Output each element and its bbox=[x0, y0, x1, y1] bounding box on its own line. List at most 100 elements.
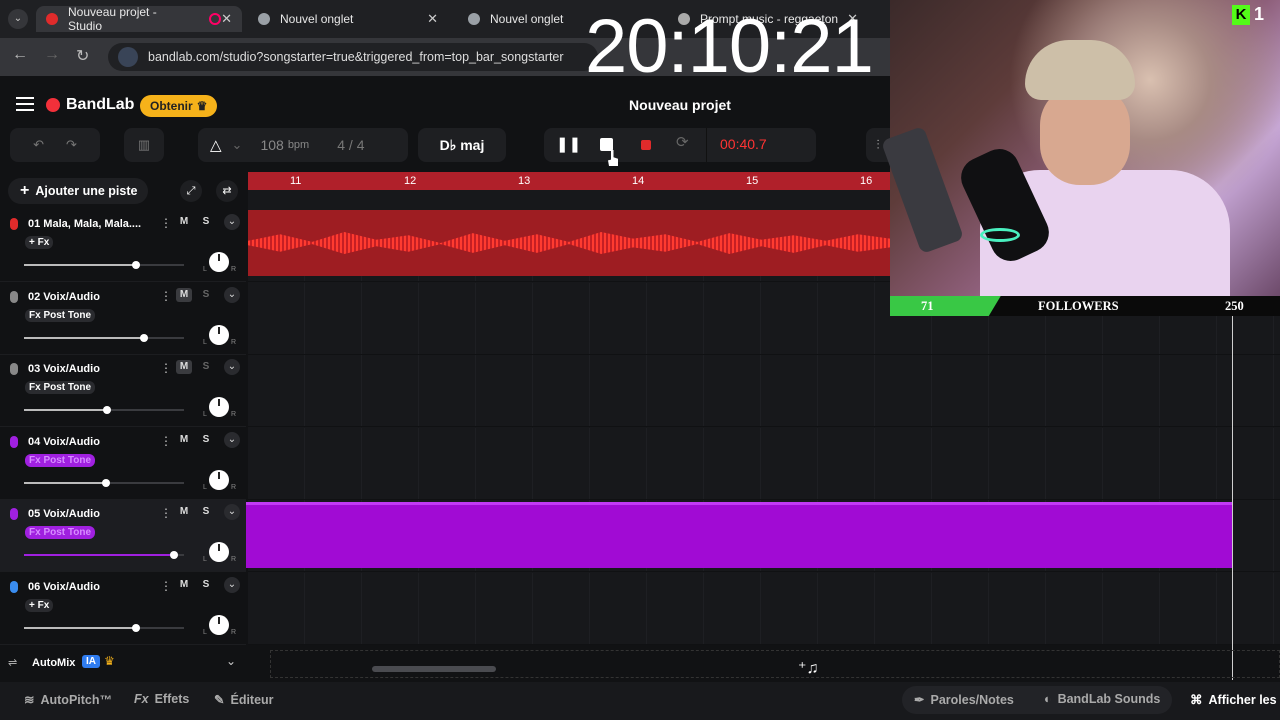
undo-icon[interactable]: ↶ bbox=[33, 137, 44, 153]
metronome-icon[interactable]: △ bbox=[210, 136, 222, 154]
track-header-2[interactable]: 02 Voix/Audio Fx Post Tone ⋮ M S ⌄ L R bbox=[0, 283, 246, 355]
track-name[interactable]: 05 Voix/Audio bbox=[28, 508, 100, 520]
timeline-ruler[interactable]: 11 12 13 14 15 16 bbox=[248, 172, 890, 190]
audio-region-track-01[interactable] bbox=[248, 210, 890, 276]
fx-badge[interactable]: Fx Post Tone bbox=[25, 526, 96, 539]
track-expand-icon[interactable]: ⌄ bbox=[224, 359, 240, 375]
recording-region-track-05[interactable] bbox=[246, 502, 1232, 568]
pan-knob[interactable]: LR bbox=[203, 469, 236, 491]
address-bar[interactable]: bandlab.com/studio?songstarter=true&trig… bbox=[108, 43, 598, 71]
loop-icon[interactable]: ⟳ bbox=[676, 133, 689, 151]
volume-knob[interactable] bbox=[140, 333, 148, 342]
menu-icon[interactable] bbox=[16, 97, 34, 111]
obtenir-button[interactable]: Obtenir ♛ bbox=[140, 95, 218, 117]
solo-button[interactable]: S bbox=[198, 288, 214, 302]
project-title[interactable]: Nouveau projet bbox=[560, 97, 800, 113]
mute-button[interactable]: M bbox=[176, 433, 192, 447]
volume-slider[interactable] bbox=[24, 551, 184, 559]
bandlab-logo[interactable]: BandLab bbox=[46, 96, 134, 114]
track-expand-icon[interactable]: ⌄ bbox=[224, 504, 240, 520]
volume-knob[interactable] bbox=[132, 261, 140, 269]
pan-knob[interactable]: LR bbox=[203, 542, 236, 563]
track-header-3[interactable]: 03 Voix/Audio Fx Post Tone ⋮ M S ⌄ L R bbox=[0, 355, 246, 427]
track-name[interactable]: 02 Voix/Audio bbox=[28, 291, 100, 303]
track-header-5[interactable]: 05 Voix/Audio Fx Post Tone ⋮ M S ⌄ L R bbox=[0, 500, 246, 572]
add-track-button[interactable]: + Ajouter une piste bbox=[8, 178, 148, 204]
track-settings-icon[interactable]: ⇄ bbox=[216, 180, 238, 202]
track-expand-icon[interactable]: ⌄ bbox=[224, 286, 240, 303]
track-name[interactable]: 06 Voix/Audio bbox=[28, 581, 100, 593]
track-lane-6[interactable] bbox=[248, 572, 1280, 645]
solo-button[interactable]: S bbox=[198, 505, 214, 519]
tab-close-icon[interactable]: ✕ bbox=[221, 11, 232, 27]
reload-icon[interactable]: ↻ bbox=[76, 46, 89, 66]
tab-close-icon[interactable]: ✕ bbox=[427, 11, 438, 27]
pan-knob[interactable]: LR bbox=[203, 252, 236, 273]
tab-nouvel-onglet-1[interactable]: Nouvel onglet ✕ bbox=[248, 6, 448, 32]
track-header-1[interactable]: 01 Mala, Mala, Mala.... + Fx ⋮ M S ⌄ L R bbox=[0, 210, 246, 282]
track-header-4[interactable]: 04 Voix/Audio Fx Post Tone ⋮ M S ⌄ L R bbox=[0, 428, 246, 500]
pan-knob[interactable]: LR bbox=[203, 324, 236, 346]
metronome-dropdown-icon[interactable]: ⌄ bbox=[232, 137, 243, 153]
volume-knob[interactable] bbox=[101, 478, 110, 487]
editeur-button[interactable]: ✎ Éditeur bbox=[214, 692, 274, 708]
mute-button[interactable]: M bbox=[176, 578, 192, 592]
record-icon[interactable] bbox=[641, 140, 651, 150]
solo-button[interactable]: S bbox=[198, 215, 214, 229]
stop-icon[interactable] bbox=[600, 138, 613, 151]
track-options-icon[interactable]: ⋮ bbox=[160, 506, 172, 520]
piano-button[interactable]: ▥ bbox=[124, 128, 164, 162]
volume-slider[interactable] bbox=[24, 623, 184, 632]
track-options-icon[interactable]: ⋮ bbox=[160, 361, 172, 375]
track-options-icon[interactable]: ⋮ bbox=[160, 289, 172, 303]
forward-icon[interactable]: → bbox=[44, 46, 60, 64]
autopitch-button[interactable]: ≋ AutoPitch™ bbox=[24, 692, 112, 708]
solo-button[interactable]: S bbox=[198, 360, 214, 374]
volume-slider[interactable] bbox=[24, 478, 184, 487]
horizontal-scrollbar[interactable] bbox=[372, 666, 496, 672]
automix-expand-icon[interactable]: ⌄ bbox=[226, 654, 236, 668]
fx-badge[interactable]: Fx Post Tone bbox=[25, 308, 96, 322]
volume-knob[interactable] bbox=[103, 406, 112, 414]
pan-knob[interactable]: LR bbox=[203, 614, 236, 636]
pan-knob[interactable]: LR bbox=[203, 397, 236, 418]
track-options-icon[interactable]: ⋮ bbox=[160, 434, 172, 448]
volume-slider[interactable] bbox=[24, 261, 184, 269]
track-lane-4[interactable] bbox=[248, 427, 1280, 500]
mute-button[interactable]: M bbox=[176, 360, 192, 374]
tab-bandlab-studio[interactable]: Nouveau projet - Studio ✕ bbox=[36, 5, 242, 33]
fx-badge[interactable]: + Fx bbox=[25, 236, 54, 249]
track-expand-icon[interactable]: ⌄ bbox=[224, 576, 240, 593]
time-signature[interactable]: 4 / 4 bbox=[337, 137, 364, 153]
track-name[interactable]: 01 Mala, Mala, Mala.... bbox=[28, 218, 141, 230]
drop-zone[interactable] bbox=[270, 650, 1280, 678]
playhead[interactable] bbox=[1232, 300, 1233, 680]
automix-row[interactable]: ⇌ AutoMix IA ♛ ⌄ bbox=[0, 648, 246, 678]
fx-badge[interactable]: Fx Post Tone bbox=[25, 453, 96, 467]
solo-button[interactable]: S bbox=[198, 578, 214, 592]
track-header-6[interactable]: 06 Voix/Audio + Fx ⋮ M S ⌄ L R bbox=[0, 573, 246, 645]
track-name[interactable]: 03 Voix/Audio bbox=[28, 363, 100, 375]
pause-icon[interactable]: ❚❚ bbox=[556, 135, 581, 153]
solo-button[interactable]: S bbox=[198, 433, 214, 447]
key-selector[interactable]: D♭ maj bbox=[418, 128, 506, 162]
mute-button[interactable]: M bbox=[176, 215, 192, 229]
redo-icon[interactable]: ↷ bbox=[66, 137, 77, 153]
track-options-icon[interactable]: ⋮ bbox=[160, 216, 172, 230]
add-loop-icon[interactable]: ⁺♫ bbox=[798, 658, 818, 678]
fx-badge[interactable]: Fx Post Tone bbox=[25, 381, 96, 394]
track-options-icon[interactable]: ⋮ bbox=[160, 579, 172, 593]
track-lane-3[interactable] bbox=[248, 355, 1280, 427]
volume-knob[interactable] bbox=[132, 623, 140, 632]
track-name[interactable]: 04 Voix/Audio bbox=[28, 436, 100, 448]
bandlab-sounds-button[interactable]: ◐ BandLab Sounds bbox=[1044, 692, 1160, 706]
automation-icon[interactable]: ⤢ bbox=[180, 180, 202, 202]
effets-button[interactable]: Fx Effets bbox=[134, 692, 189, 706]
volume-slider[interactable] bbox=[24, 333, 184, 342]
volume-knob[interactable] bbox=[170, 551, 179, 559]
paroles-button[interactable]: ✒ Paroles/Notes bbox=[914, 692, 1014, 708]
bpm-value[interactable]: 108 bbox=[260, 137, 283, 153]
afficher-button[interactable]: ⌘ Afficher les r bbox=[1190, 692, 1280, 708]
volume-slider[interactable] bbox=[24, 406, 184, 414]
fx-badge[interactable]: + Fx bbox=[25, 598, 54, 612]
